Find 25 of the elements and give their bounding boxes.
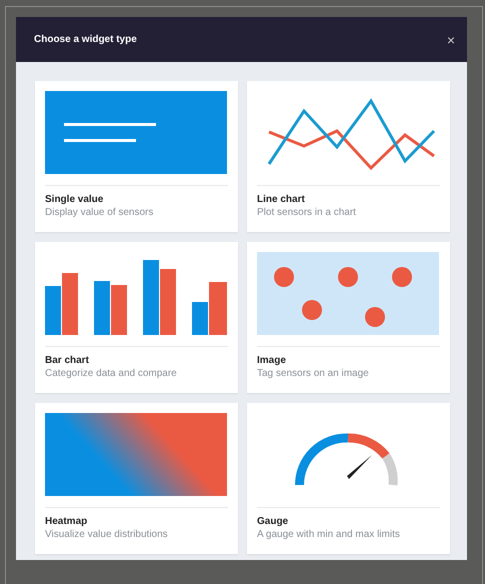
widget-card[interactable]: Image Tag sensors on an image <box>247 242 450 393</box>
widget-title: Image <box>257 354 287 367</box>
widget-title: Line chart <box>257 193 306 206</box>
widget-card[interactable]: Single value Display value of sensors <box>35 81 238 232</box>
widget-card[interactable]: Line chart Plot sensors in a chart <box>247 81 450 232</box>
widget-description: Categorize data and compare <box>45 367 178 380</box>
widget-description: Tag sensors on an image <box>257 367 370 380</box>
dialog-title: Choose a widget type <box>34 34 137 45</box>
chart-bar <box>111 285 127 335</box>
widget-description: A gauge with min and max limits <box>257 528 401 541</box>
widget-title: Gauge <box>257 515 290 528</box>
widget-card[interactable]: Bar chart Categorize data and compare <box>35 242 238 393</box>
chart-bar <box>160 269 176 335</box>
chart-bar <box>45 286 61 335</box>
widget-card[interactable]: Gauge A gauge with min and max limits <box>247 403 450 554</box>
widget-description: Plot sensors in a chart <box>257 206 357 219</box>
widget-description: Visualize value distributions <box>45 528 169 541</box>
chart-bar <box>94 281 110 335</box>
close-button[interactable]: × <box>444 32 457 48</box>
widget-title: Bar chart <box>45 354 90 367</box>
widget-description: Display value of sensors <box>45 206 154 219</box>
widget-title: Single value <box>45 193 104 206</box>
widget-title: Heatmap <box>45 515 88 528</box>
widget-card[interactable]: Heatmap Visualize value distributions <box>35 403 238 554</box>
chart-bar <box>62 273 78 335</box>
